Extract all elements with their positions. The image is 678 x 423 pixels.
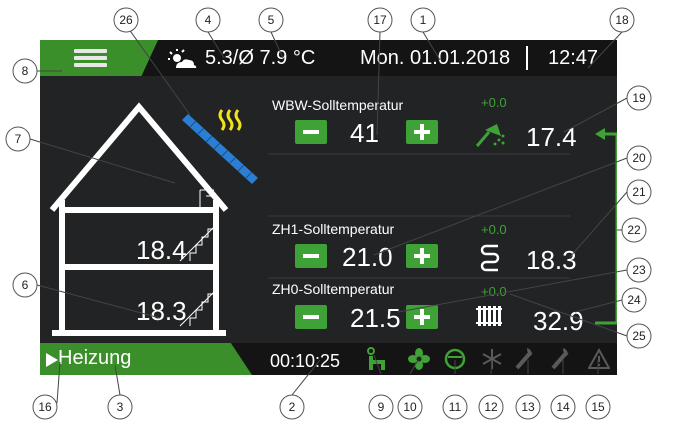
controller-screen: 5.3/Ø 7.9 °C Mon. 01.01.2018 12:47 18.4 … bbox=[40, 40, 617, 375]
callout-6: 6 bbox=[22, 278, 29, 292]
callout-17: 17 bbox=[373, 13, 387, 27]
callout-8: 8 bbox=[22, 64, 29, 78]
warning-icon bbox=[588, 348, 610, 369]
callout-14: 14 bbox=[556, 400, 570, 414]
runtime-display: 00:10:25 bbox=[270, 351, 341, 371]
callout-20: 20 bbox=[632, 151, 646, 165]
operating-mode: Heizung bbox=[58, 347, 132, 369]
callout-21: 21 bbox=[632, 185, 646, 199]
zh0-setpoint-value: 21.5 bbox=[350, 303, 401, 333]
zh1-setpoint-label: ZH1-Solltemperatur bbox=[272, 221, 395, 237]
callout-26: 26 bbox=[119, 13, 133, 27]
dhw-decrease-button[interactable] bbox=[295, 120, 327, 144]
callout-19: 19 bbox=[632, 91, 646, 105]
zh1-decrease-button[interactable] bbox=[295, 244, 327, 268]
callout-4: 4 bbox=[205, 13, 212, 27]
zh1-offset: +0.0 bbox=[481, 222, 507, 237]
dhw-setpoint-value: 41 bbox=[350, 118, 379, 148]
callout-24: 24 bbox=[627, 293, 641, 307]
floor-heating-icon bbox=[480, 244, 500, 272]
callout-23: 23 bbox=[632, 263, 646, 277]
callout-18: 18 bbox=[615, 13, 629, 27]
callout-11: 11 bbox=[449, 400, 462, 414]
callout-12: 12 bbox=[484, 400, 498, 414]
return-bracket bbox=[595, 132, 617, 325]
dhw-offset: +0.0 bbox=[481, 95, 507, 110]
zh1-actual-temp: 18.3 bbox=[526, 245, 577, 275]
compressor-icon bbox=[444, 348, 466, 370]
solar-heat-icon bbox=[218, 109, 242, 131]
upper-floor-temp: 18.4 bbox=[136, 235, 187, 265]
zh0-actual-temp: 32.9 bbox=[533, 306, 584, 336]
callout-22: 22 bbox=[627, 223, 641, 237]
bracket-arrow-icon bbox=[595, 128, 605, 140]
callout-5: 5 bbox=[268, 13, 275, 27]
lower-floor-temp: 18.3 bbox=[136, 296, 187, 326]
play-icon bbox=[46, 353, 58, 367]
callout-3: 3 bbox=[117, 400, 124, 414]
radiator-icon bbox=[476, 306, 502, 326]
zh0-offset: +0.0 bbox=[481, 284, 507, 299]
shower-icon bbox=[475, 124, 505, 147]
dhw-increase-button[interactable] bbox=[406, 120, 438, 144]
pump-icon bbox=[367, 347, 385, 370]
dhw-setpoint-label: WBW-Solltemperatur bbox=[272, 97, 404, 113]
zh0-setpoint-label: ZH0-Solltemperatur bbox=[272, 281, 395, 297]
callout-15: 15 bbox=[591, 400, 605, 414]
burner2-icon bbox=[551, 348, 569, 370]
zh0-increase-button[interactable] bbox=[406, 305, 438, 329]
fan-icon bbox=[408, 348, 430, 370]
callout-9: 9 bbox=[378, 400, 385, 414]
callout-1: 1 bbox=[420, 13, 427, 27]
callout-10: 10 bbox=[403, 400, 417, 414]
house-illustration bbox=[49, 102, 617, 336]
zh0-decrease-button[interactable] bbox=[295, 305, 327, 329]
callout-13: 13 bbox=[521, 400, 535, 414]
zh1-setpoint-value: 21.0 bbox=[342, 242, 393, 272]
callout-2: 2 bbox=[289, 400, 296, 414]
mode-button[interactable]: Heizung bbox=[40, 343, 252, 375]
callout-7: 7 bbox=[15, 132, 22, 146]
defrost-icon bbox=[482, 349, 502, 369]
callout-16: 16 bbox=[38, 400, 52, 414]
dhw-actual-temp: 17.4 bbox=[526, 122, 577, 152]
burner-icon bbox=[515, 348, 533, 370]
callout-25: 25 bbox=[632, 329, 646, 343]
zh1-increase-button[interactable] bbox=[406, 244, 438, 268]
